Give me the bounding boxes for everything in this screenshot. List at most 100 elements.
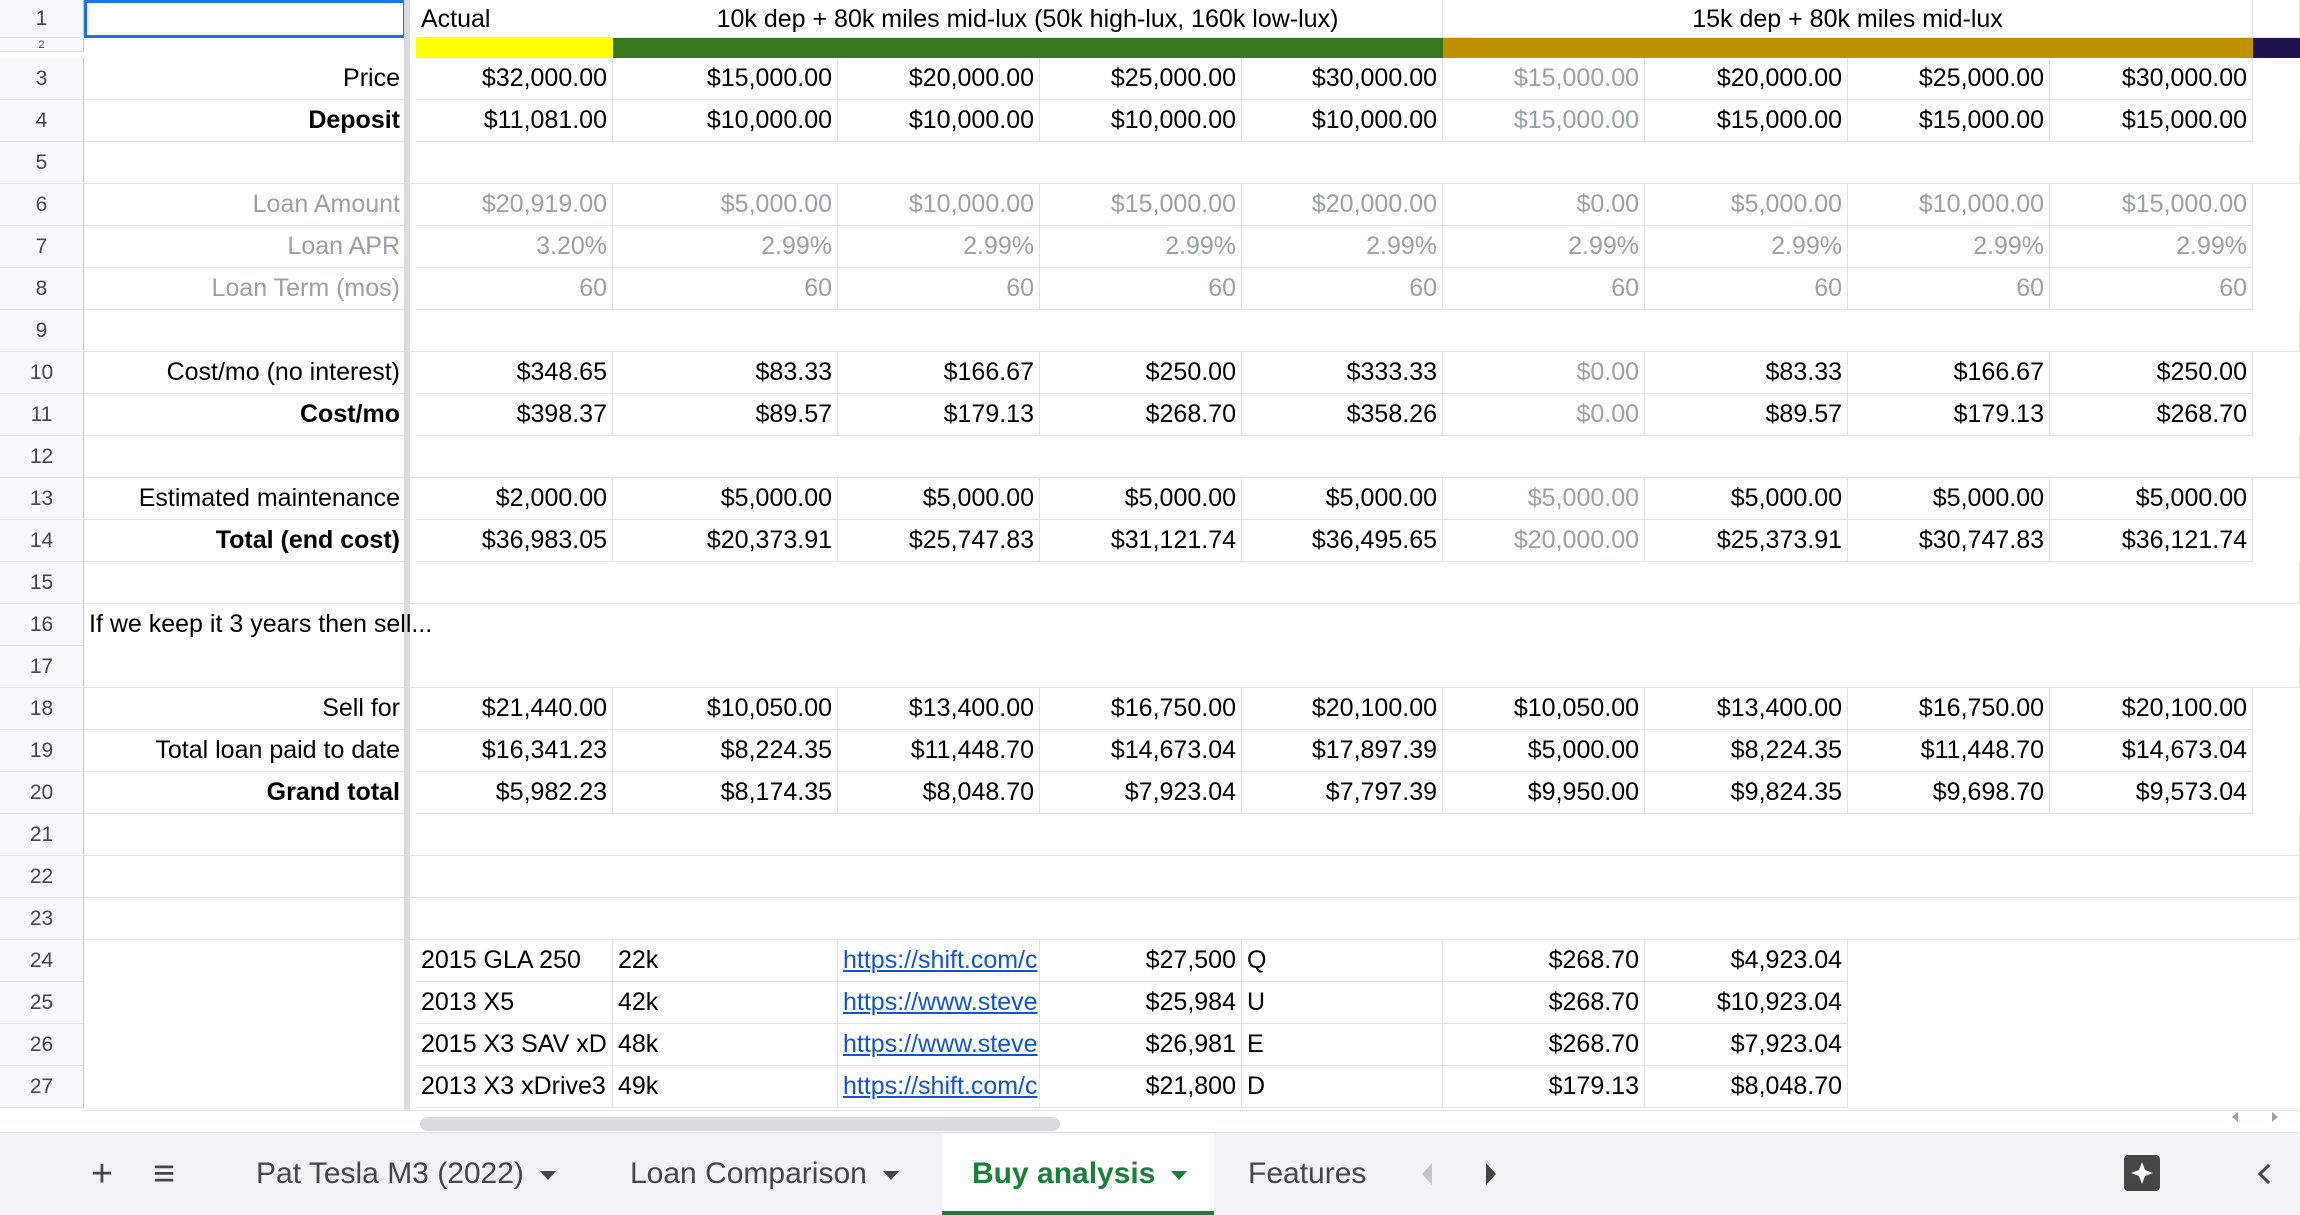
deposit-value[interactable]: $15,000.00 [1645,100,1848,142]
spreadsheet-grid[interactable]: 1 2 3 4 5 6 7 8 9 10 11 12 13 14 15 16 1… [0,0,2300,1115]
total-end-cost-value[interactable]: $30,747.83 [1848,520,2050,562]
grand-total-value[interactable]: $8,174.35 [613,772,838,814]
loan-paid-value[interactable]: $14,673.04 [2050,730,2253,772]
sell-for-value[interactable]: $10,050.00 [1443,688,1645,730]
row-header[interactable]: 14 [0,520,84,562]
grand-total-value[interactable]: $8,048.70 [838,772,1040,814]
car-price[interactable]: $27,500 [1040,940,1242,982]
price-value[interactable]: $30,000.00 [2050,58,2253,100]
car-monthly-cost[interactable]: $268.70 [1443,1024,1645,1066]
row-header[interactable]: 23 [0,898,84,940]
car-total[interactable]: $8,048.70 [1645,1066,1848,1108]
label-cost-mo[interactable]: Cost/mo [84,394,406,436]
sell-for-value[interactable]: $10,050.00 [613,688,838,730]
label-deposit[interactable]: Deposit [84,100,406,142]
row-header[interactable]: 9 [0,310,84,352]
loan-term-value[interactable]: 60 [1645,268,1848,310]
loan-amount-value[interactable]: $10,000.00 [838,184,1040,226]
row-header[interactable]: 10 [0,352,84,394]
label-loan-term[interactable]: Loan Term (mos) [84,268,406,310]
tab-buy-analysis[interactable]: Buy analysis [942,1133,1214,1215]
maintenance-value[interactable]: $5,000.00 [838,478,1040,520]
label-price[interactable]: Price [84,58,406,100]
loan-term-value[interactable]: 60 [1242,268,1443,310]
car-grade[interactable]: Q [1242,940,1443,982]
loan-paid-value[interactable]: $11,448.70 [1848,730,2050,772]
car-monthly-cost[interactable]: $268.70 [1443,940,1645,982]
grand-total-value[interactable]: $7,923.04 [1040,772,1242,814]
cost-mo-value[interactable]: $179.13 [1848,394,2050,436]
grand-total-value[interactable]: $9,698.70 [1848,772,2050,814]
collapse-side-panel-icon[interactable] [2250,1159,2280,1189]
grand-total-value[interactable]: $9,950.00 [1443,772,1645,814]
loan-amount-value[interactable]: $5,000.00 [1645,184,1848,226]
horizontal-scrollbar-thumb[interactable] [420,1117,1060,1131]
deposit-value[interactable]: $10,000.00 [1242,100,1443,142]
cost-mo-value[interactable]: $179.13 [838,394,1040,436]
empty-row[interactable] [84,646,2300,688]
loan-apr-value[interactable]: 2.99% [838,226,1040,268]
row-header[interactable]: 2 [0,38,84,52]
loan-amount-value[interactable]: $10,000.00 [1848,184,2050,226]
grand-total-value[interactable]: $9,824.35 [1645,772,1848,814]
sell-for-value[interactable]: $13,400.00 [1645,688,1848,730]
deposit-value[interactable]: $11,081.00 [416,100,613,142]
label-sell-for[interactable]: Sell for [84,688,406,730]
loan-amount-value[interactable]: $15,000.00 [2050,184,2253,226]
cost-no-interest-value[interactable]: $83.33 [1645,352,1848,394]
car-miles[interactable]: 49k [613,1066,838,1108]
cost-no-interest-value[interactable]: $166.67 [1848,352,2050,394]
label-total-end-cost[interactable]: Total (end cost) [84,520,406,562]
car-miles[interactable]: 48k [613,1024,838,1066]
total-end-cost-value[interactable]: $36,121.74 [2050,520,2253,562]
total-end-cost-value[interactable]: $20,000.00 [1443,520,1645,562]
empty-row[interactable] [84,562,2300,604]
row-header[interactable]: 7 [0,226,84,268]
loan-term-value[interactable]: 60 [2050,268,2253,310]
label-loan-apr[interactable]: Loan APR [84,226,406,268]
car-grade[interactable]: E [1242,1024,1443,1066]
maintenance-value[interactable]: $5,000.00 [1040,478,1242,520]
deposit-value[interactable]: $10,000.00 [1040,100,1242,142]
car-model[interactable]: 2015 GLA 250 [416,940,613,982]
row-header[interactable]: 20 [0,772,84,814]
maintenance-value[interactable]: $2,000.00 [416,478,613,520]
loan-paid-value[interactable]: $16,341.23 [416,730,613,772]
cost-mo-value[interactable]: $268.70 [1040,394,1242,436]
empty-row[interactable] [84,310,2300,352]
maintenance-value[interactable]: $5,000.00 [613,478,838,520]
total-end-cost-value[interactable]: $25,747.83 [838,520,1040,562]
loan-paid-value[interactable]: $11,448.70 [838,730,1040,772]
car-miles[interactable]: 22k [613,940,838,982]
deposit-value[interactable]: $10,000.00 [613,100,838,142]
car-monthly-cost[interactable]: $179.13 [1443,1066,1645,1108]
price-value[interactable]: $25,000.00 [1848,58,2050,100]
loan-amount-value[interactable]: $15,000.00 [1040,184,1242,226]
tab-pat-tesla-m3[interactable]: Pat Tesla M3 (2022) [226,1133,598,1215]
row-header[interactable]: 11 [0,394,84,436]
label-cost-no-interest[interactable]: Cost/mo (no interest) [84,352,406,394]
chevron-down-icon[interactable] [882,1170,899,1180]
row-header[interactable]: 27 [0,1066,84,1108]
scroll-right-icon[interactable] [2272,1112,2278,1122]
sell-for-value[interactable]: $20,100.00 [2050,688,2253,730]
scroll-tabs-left-icon[interactable] [1422,1163,1432,1185]
cost-no-interest-value[interactable]: $83.33 [613,352,838,394]
loan-amount-value[interactable]: $20,919.00 [416,184,613,226]
cost-mo-value[interactable]: $89.57 [1645,394,1848,436]
price-value[interactable]: $15,000.00 [1443,58,1645,100]
empty-row[interactable] [84,142,2300,184]
loan-apr-value[interactable]: 2.99% [613,226,838,268]
loan-apr-value[interactable]: 3.20% [416,226,613,268]
scroll-left-icon[interactable] [2232,1112,2238,1122]
car-listing-link[interactable]: https://www.steve [838,1024,1040,1066]
cost-no-interest-value[interactable]: $166.67 [838,352,1040,394]
car-listing-link[interactable]: https://shift.com/c [838,1066,1040,1108]
cost-no-interest-value[interactable]: $250.00 [2050,352,2253,394]
car-price[interactable]: $21,800 [1040,1066,1242,1108]
price-value[interactable]: $32,000.00 [416,58,613,100]
empty-row[interactable] [84,814,2300,856]
loan-amount-value[interactable]: $0.00 [1443,184,1645,226]
total-end-cost-value[interactable]: $31,121.74 [1040,520,1242,562]
loan-term-value[interactable]: 60 [613,268,838,310]
